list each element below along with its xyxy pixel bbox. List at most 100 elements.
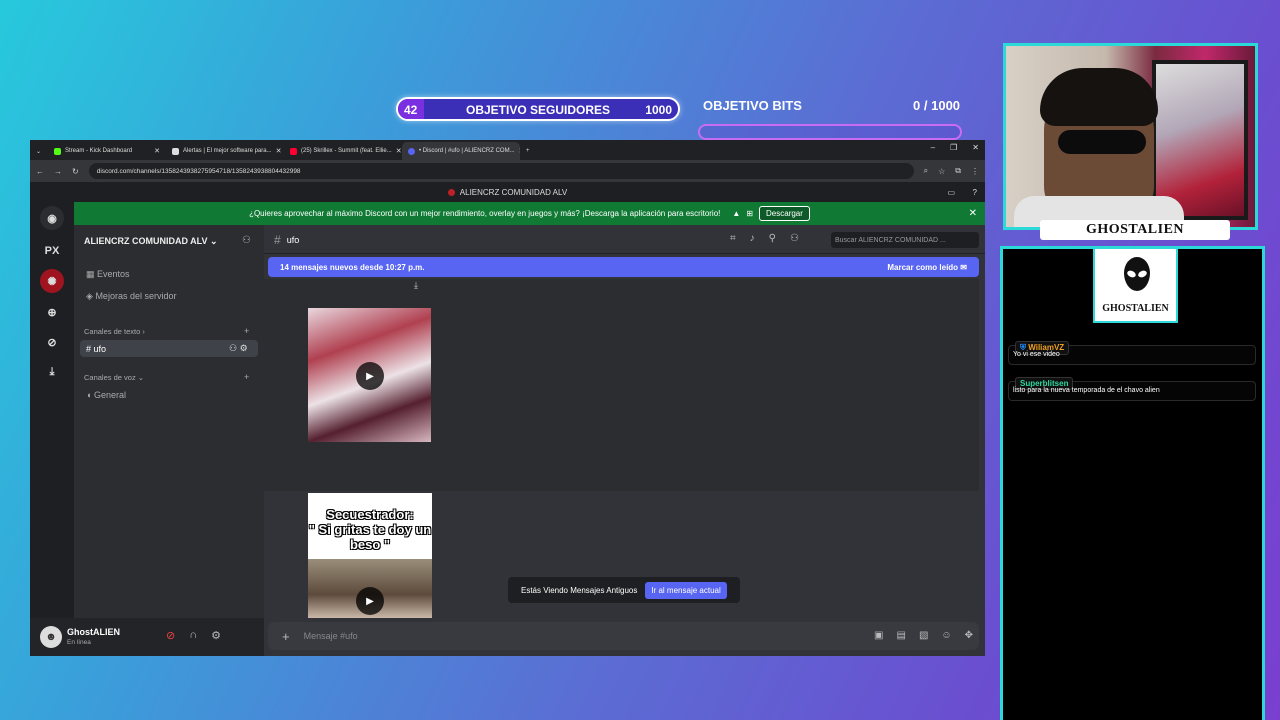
threads-icon[interactable]: ⌗ [730, 233, 736, 244]
add-attachment-icon[interactable]: + [282, 629, 290, 644]
add-server-icon[interactable]: ⊕ [40, 300, 64, 324]
discord-title-bar: ALIENCRZ COMUNIDAD ALV ▭ ? [30, 182, 985, 202]
boosts-item[interactable]: ◈ Mejoras del servidor [86, 291, 176, 302]
text-category[interactable]: Canales de texto › [84, 327, 145, 336]
server-name[interactable]: ALIENCRZ COMUNIDAD ALV ⌄ [84, 236, 218, 247]
url-field[interactable]: discord.com/channels/1358243938275954718… [88, 163, 914, 179]
bits-goal-bar [698, 124, 962, 140]
composer-icons: ▣ ▤ ▧ ☺ ✥ [874, 630, 973, 641]
jump-to-present-button[interactable]: Ir al mensaje actual [645, 581, 727, 599]
new-tab-button[interactable]: + [520, 142, 540, 160]
browser-tab[interactable]: (25) Skrillex - Summit (feat. Ellie... ✕ [284, 142, 402, 160]
avatar[interactable]: ☻ [40, 626, 62, 648]
alien-icon [1124, 257, 1150, 291]
back-icon[interactable]: ← [36, 167, 44, 176]
mark-read-button[interactable]: Marcar como leído ✉ [887, 263, 967, 272]
close-banner-icon[interactable]: ✕ [969, 208, 977, 219]
download-icon[interactable]: ⤓ [40, 360, 64, 384]
bookmark-star-icon[interactable]: ☆ [938, 167, 945, 176]
apps-icon[interactable]: ✥ [965, 630, 973, 641]
server-rail: ◉ PX ✺ ⊕ ⊘ ⤓ [30, 202, 74, 656]
discord-home-icon[interactable]: ◉ [40, 206, 64, 230]
zoom-icon[interactable]: ⌕ [924, 166, 928, 176]
user-status: En línea [67, 639, 91, 646]
calendar-icon: ▦ [86, 269, 95, 279]
message-composer[interactable]: + Mensaje #ufo [268, 622, 979, 650]
chat-message: ⛨ WiliamVZ Yo vi ese video [1008, 341, 1256, 365]
sticker-icon[interactable]: ▧ [919, 630, 928, 641]
browser-tab[interactable]: Stream - Kick Dashboard ✕ [48, 142, 166, 160]
play-icon[interactable]: ▶ [356, 362, 384, 390]
headphones-icon[interactable]: ∩ [189, 629, 197, 642]
gift-icon[interactable]: ▣ [874, 630, 883, 641]
invite-user-icon[interactable]: ⚇ [229, 343, 237, 353]
download-attachment-icon[interactable]: ⤓ [414, 280, 418, 291]
bits-goal-count: 0 / 1000 [913, 98, 961, 113]
discover-icon[interactable]: ⊘ [40, 330, 64, 354]
server-icon [447, 188, 455, 196]
members-icon[interactable]: ⚇ [790, 233, 799, 244]
browser-tab[interactable]: Alertas | El mejor software para... ✕ [166, 142, 284, 160]
add-voice-channel-icon[interactable]: + [244, 372, 249, 382]
logo-text: GHOSTALIEN [1102, 303, 1169, 314]
browser-tab-active[interactable]: • Discord | #ufo | ALIENCRZ COM...✕ [402, 142, 520, 160]
close-window-icon[interactable]: ✕ [972, 143, 979, 152]
close-icon[interactable]: ✕ [154, 147, 160, 155]
channel-ufo-label: # ufo [86, 344, 107, 354]
play-icon[interactable]: ▶ [356, 587, 384, 615]
follower-goal-bar: 42 OBJETIVO SEGUIDORES 1000 [396, 97, 680, 121]
android-icon: ▲ [732, 209, 741, 218]
channel-logo: GHOSTALIEN [1093, 247, 1178, 323]
settings-gear-icon[interactable]: ⚙ [211, 629, 221, 642]
hash-icon: # [274, 232, 281, 247]
close-icon[interactable]: ✕ [396, 147, 402, 155]
inbox-icon[interactable]: ▭ [947, 188, 955, 197]
maximize-icon[interactable]: ❐ [950, 143, 957, 152]
invite-icon[interactable]: ⚇ [242, 235, 251, 246]
streamer-name-plate: GHOSTALIEN [1040, 220, 1230, 240]
events-item[interactable]: ▦ Eventos [86, 269, 130, 280]
minimize-icon[interactable]: – [931, 143, 935, 152]
kick-icon [54, 147, 61, 155]
user-name: GhostALIEN [67, 627, 120, 637]
video-attachment[interactable]: ▶ [308, 308, 431, 442]
server-aliencrz-icon[interactable]: ✺ [40, 269, 64, 293]
gear-icon[interactable]: ⚙ [240, 343, 248, 353]
user-controls: ⊘ ∩ ⚙ [166, 629, 221, 642]
search-input[interactable]: Buscar ALIENCRZ COMUNIDAD ... [831, 232, 979, 248]
bits-goal-label: OBJETIVO BITS [703, 98, 802, 113]
mute-mic-icon[interactable]: ⊘ [166, 629, 175, 642]
header-icons: ⌗ ♪ ⚲ ⚇ [730, 233, 799, 244]
video-attachment[interactable]: Secuestrador: " Si gritas te doy un beso … [308, 493, 432, 618]
bell-icon[interactable]: ♪ [750, 233, 755, 244]
reload-icon[interactable]: ↻ [72, 167, 79, 176]
window-controls: – ❐ ✕ [931, 143, 979, 152]
user-panel [30, 618, 264, 656]
gif-icon[interactable]: ▤ [896, 630, 905, 641]
mask [1058, 130, 1146, 154]
follower-goal-label: OBJETIVO SEGUIDORES [465, 103, 611, 117]
forward-icon[interactable]: → [54, 167, 62, 176]
youtube-icon [290, 147, 297, 155]
webcam-feed [1003, 43, 1258, 230]
voice-channel-general[interactable]: ◖ General [86, 390, 126, 400]
address-bar-row: ← → ↻ discord.com/channels/1358243938275… [30, 160, 985, 182]
emoji-icon[interactable]: ☺ [941, 630, 951, 641]
download-banner: ¿Quieres aprovechar al máximo Discord co… [74, 202, 985, 225]
new-messages-bar[interactable]: 14 mensajes nuevos desde 10:27 p.m. Marca… [268, 257, 979, 277]
help-icon[interactable]: ? [973, 188, 977, 197]
server-px-icon[interactable]: PX [40, 239, 64, 263]
tab-search-button[interactable]: ⌄ [30, 142, 48, 160]
pin-icon[interactable]: ⚲ [769, 233, 776, 244]
follower-goal-target: 1000 [645, 103, 672, 117]
menu-icon[interactable]: ⋮ [971, 167, 979, 176]
download-button[interactable]: Descargar [759, 206, 810, 221]
chat-text: Yo vi ese video [1013, 351, 1060, 358]
close-icon[interactable]: ✕ [276, 147, 282, 155]
add-channel-icon[interactable]: + [244, 326, 249, 336]
boost-icon: ◈ [86, 291, 93, 301]
extensions-icon[interactable]: ⧉ [955, 166, 961, 176]
channel-actions[interactable]: ⚇ ⚙ [229, 343, 248, 354]
streamer-hair [1040, 68, 1158, 126]
voice-category[interactable]: Canales de voz ⌄ [84, 373, 144, 382]
